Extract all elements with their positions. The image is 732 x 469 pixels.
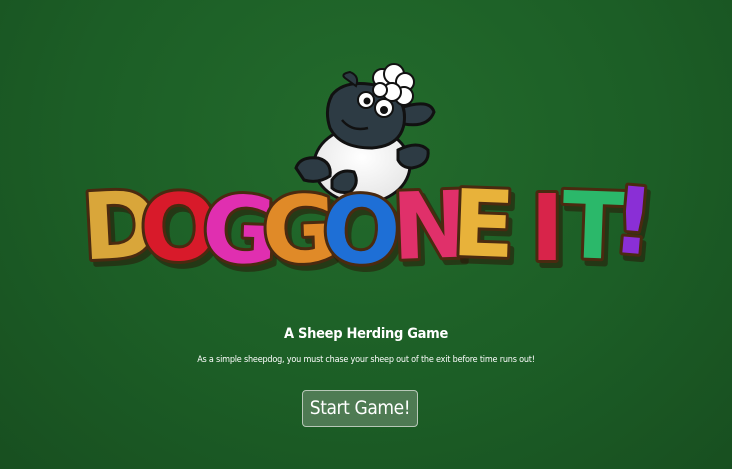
start-game-button[interactable]: Start Game!: [302, 390, 418, 427]
game-subtitle: A Sheep Herding Game: [283, 326, 449, 342]
title-letter: E: [450, 170, 517, 279]
title-screen: D D O O G G G G O O N N E E I I T T!! A Sheep Herding Gam…: [0, 0, 732, 469]
game-logo: DDOOGGGGOONNEE II TT!!: [76, 63, 665, 295]
game-description: As a simple sheepdog, you must chase you…: [197, 355, 535, 365]
game-title: DDOOGGGGOONNEE II TT!!: [76, 164, 665, 295]
title-letter: I: [530, 175, 564, 282]
